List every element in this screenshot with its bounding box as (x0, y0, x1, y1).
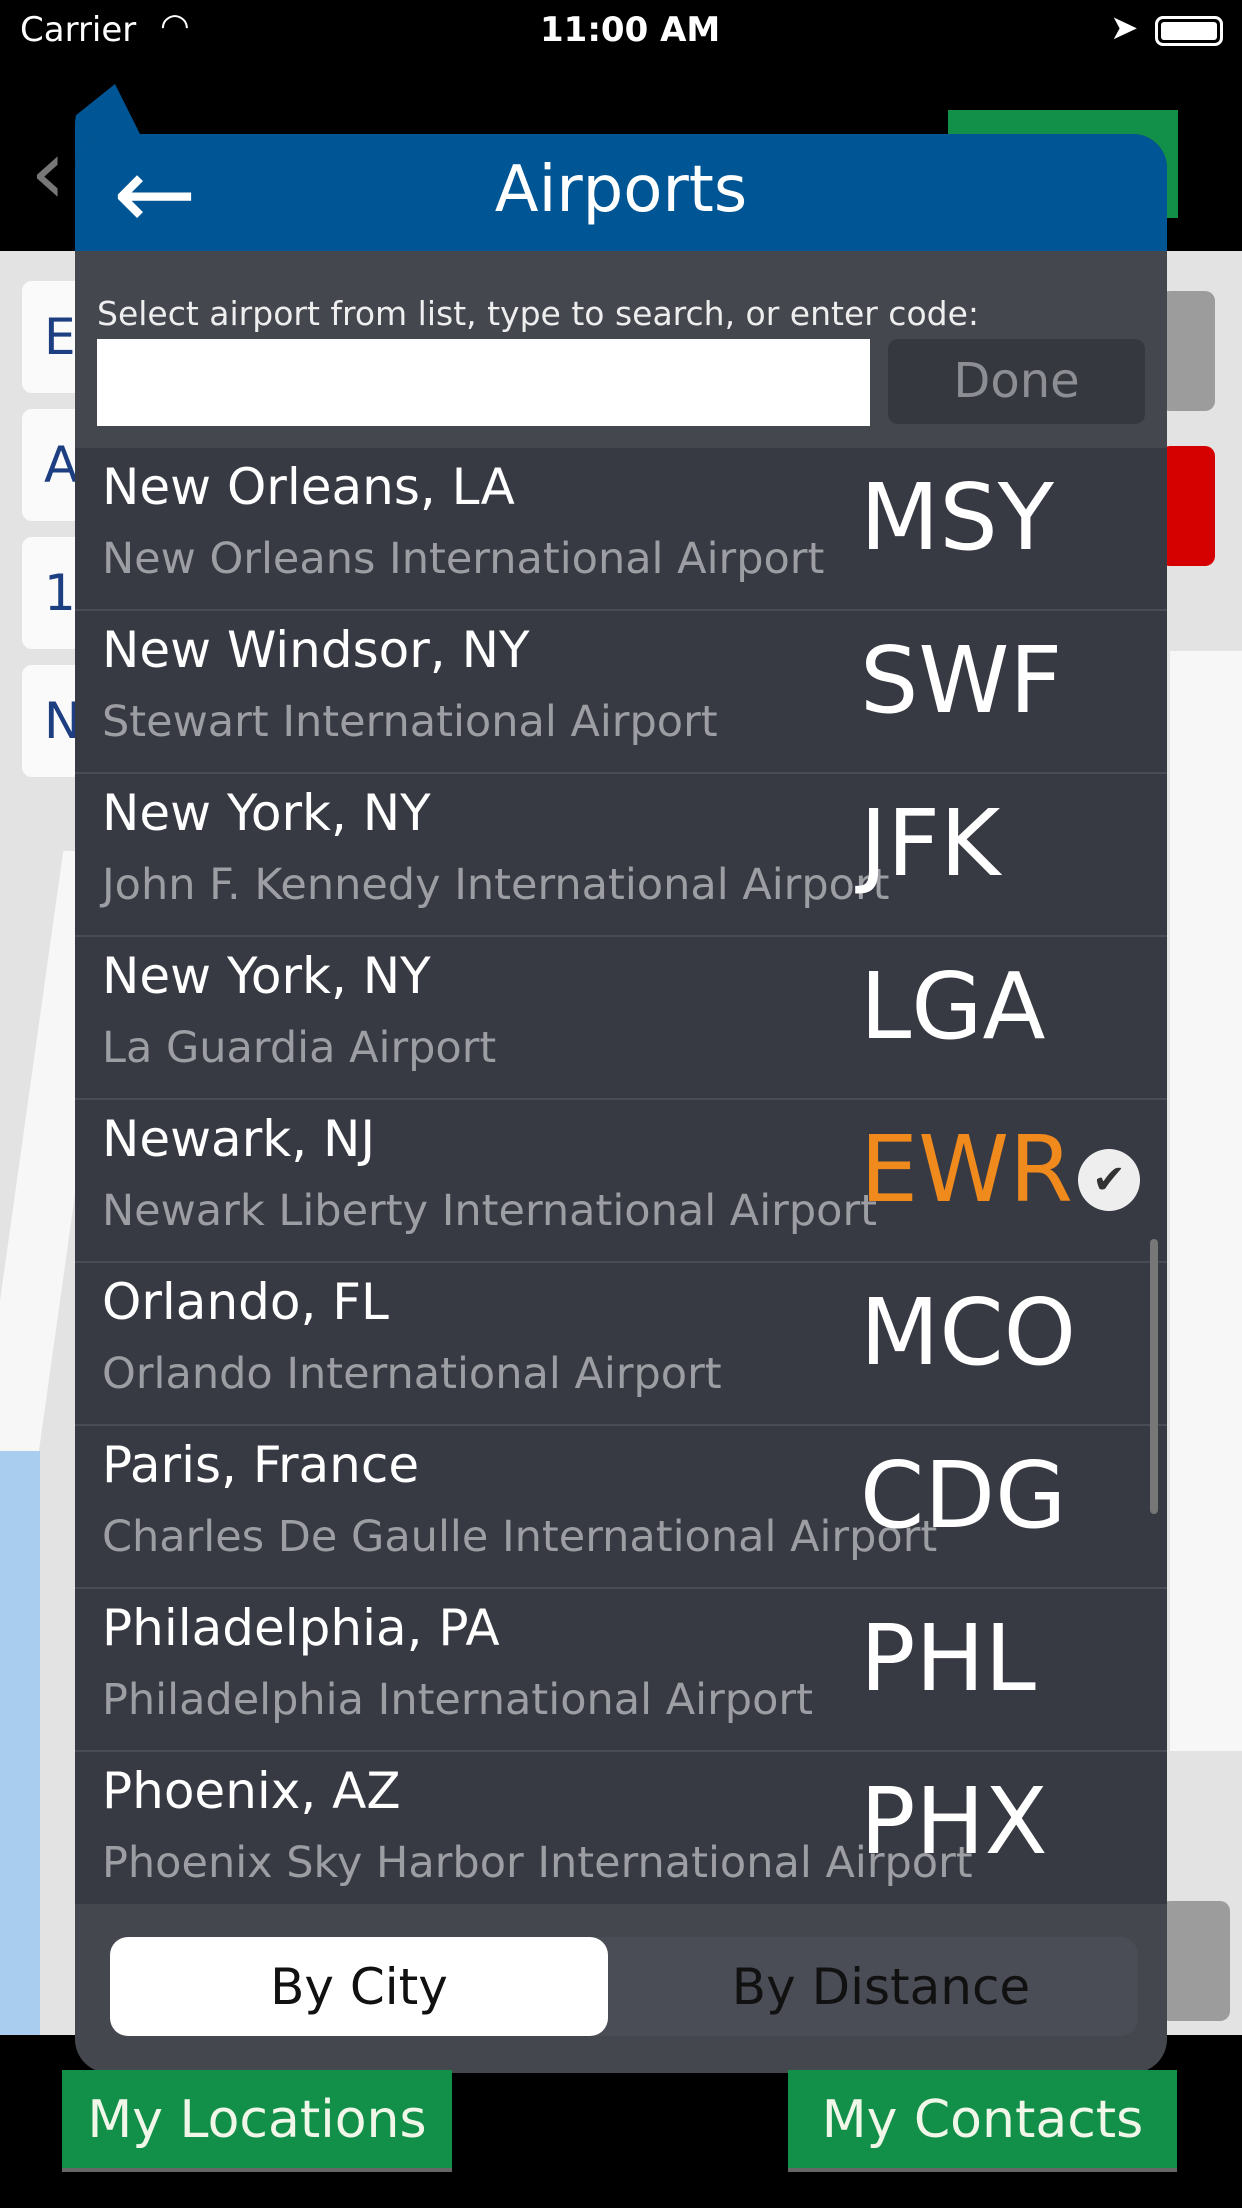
airport-row[interactable]: Orlando, FL Orlando International Airpor… (75, 1263, 1167, 1426)
airport-search-input[interactable] (97, 339, 870, 426)
airport-code: PHL (860, 1605, 1036, 1712)
airport-row[interactable]: Phoenix, AZ Phoenix Sky Harbor Internati… (75, 1752, 1167, 1915)
airport-name: John F. Kennedy International Airport (102, 860, 890, 910)
airport-list: New Orleans, LA New Orleans Internationa… (75, 448, 1167, 2038)
carrier-label: Carrier (20, 10, 137, 50)
scrollbar[interactable] (1150, 1239, 1158, 1514)
airport-code: MCO (860, 1279, 1077, 1386)
airport-name: La Guardia Airport (102, 1023, 497, 1073)
sort-by-distance[interactable]: By Distance (624, 1937, 1138, 2036)
sort-segmented-control: By City By Distance (110, 1937, 1138, 2036)
instruction-text: Select airport from list, type to search… (97, 294, 980, 333)
airport-name: Philadelphia International Airport (102, 1675, 813, 1725)
done-button[interactable]: Done (888, 339, 1145, 424)
airports-modal: ← Airports Select airport from list, typ… (75, 134, 1167, 2073)
airport-row[interactable]: Newark, NJ Newark Liberty International … (75, 1100, 1167, 1263)
airport-name: Newark Liberty International Airport (102, 1186, 877, 1236)
airport-city: Newark, NJ (102, 1110, 376, 1168)
battery-icon (1155, 16, 1223, 46)
wifi-icon: ◠ (160, 6, 190, 46)
airport-name: Charles De Gaulle International Airport (102, 1512, 938, 1562)
back-chevron-icon[interactable]: ‹ (30, 120, 66, 225)
airport-code: EWR (860, 1116, 1074, 1223)
airport-city: New York, NY (102, 947, 431, 1005)
airport-code: SWF (860, 627, 1063, 734)
airport-name: Stewart International Airport (102, 697, 718, 747)
airport-name: Phoenix Sky Harbor International Airport (102, 1838, 973, 1888)
airport-name: Orlando International Airport (102, 1349, 722, 1399)
airport-row[interactable]: New York, NY La Guardia Airport LGA (75, 937, 1167, 1100)
airport-row[interactable]: Paris, France Charles De Gaulle Internat… (75, 1426, 1167, 1589)
sort-by-city[interactable]: By City (110, 1937, 608, 2036)
airport-row[interactable]: New Orleans, LA New Orleans Internationa… (75, 448, 1167, 611)
airport-code: MSY (860, 464, 1054, 571)
compass-button[interactable] (1160, 1901, 1230, 2021)
map-button[interactable] (1160, 291, 1215, 411)
airport-code: CDG (860, 1442, 1067, 1549)
status-bar: Carrier ◠ 11:00 AM ➤ (0, 0, 1242, 62)
airport-city: Orlando, FL (102, 1273, 389, 1331)
airport-code: LGA (860, 953, 1046, 1060)
map-red-button[interactable] (1160, 446, 1215, 566)
airport-name: New Orleans International Airport (102, 534, 825, 584)
airport-city: Paris, France (102, 1436, 420, 1494)
airport-row[interactable]: Philadelphia, PA Philadelphia Internatio… (75, 1589, 1167, 1752)
airport-city: New Windsor, NY (102, 621, 530, 679)
my-locations-button[interactable]: My Locations (62, 2070, 452, 2172)
airport-row[interactable]: New Windsor, NY Stewart International Ai… (75, 611, 1167, 774)
my-contacts-button[interactable]: My Contacts (788, 2070, 1177, 2172)
location-arrow-icon: ➤ (1110, 8, 1139, 48)
airport-city: New York, NY (102, 784, 431, 842)
airport-row[interactable]: New York, NY John F. Kennedy Internation… (75, 774, 1167, 937)
checkmark-icon: ✔ (1078, 1149, 1140, 1211)
airport-city: Phoenix, AZ (102, 1762, 401, 1820)
clock: 11:00 AM (540, 10, 721, 50)
airport-code: PHX (860, 1768, 1048, 1875)
airport-city: New Orleans, LA (102, 458, 515, 516)
airport-code: JFK (860, 790, 1001, 897)
airport-city: Philadelphia, PA (102, 1599, 500, 1657)
